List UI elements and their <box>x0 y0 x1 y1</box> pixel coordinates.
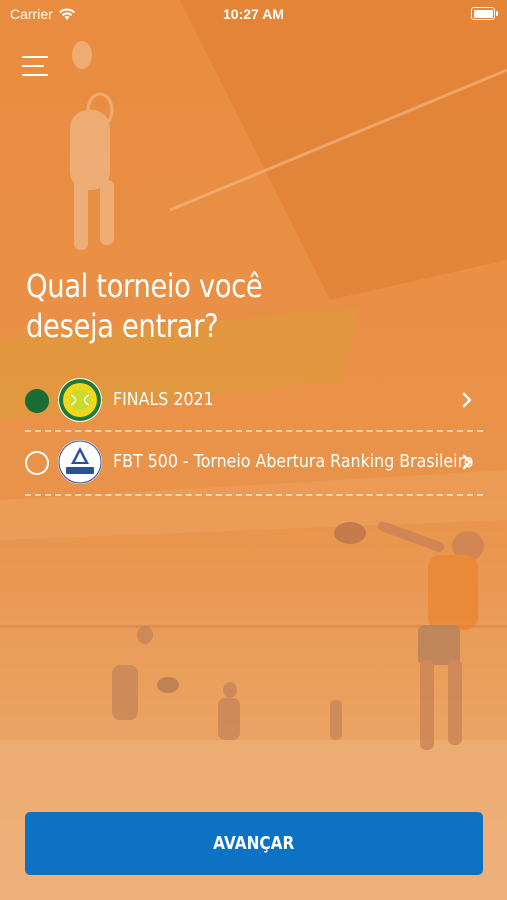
federacao-logo <box>58 440 102 484</box>
page-title: Qual torneio você deseja entrar? <box>26 266 301 346</box>
status-time: 10:27 AM <box>223 6 284 22</box>
tournament-item-fbt-500[interactable]: FBT 500 - Torneio Abertura Ranking Brasi… <box>25 432 483 496</box>
radio-selected-icon[interactable] <box>25 389 49 413</box>
advance-button[interactable]: AVANÇAR <box>25 812 483 875</box>
tournament-label: FBT 500 - Torneio Abertura Ranking Brasi… <box>113 451 474 472</box>
tournament-list: FINALS 2021 FBT 500 - Torneio Abertura R… <box>25 370 483 496</box>
page-title-line-1: Qual torneio você <box>26 267 263 305</box>
tennis-ball-club-logo <box>58 378 102 422</box>
advance-button-label: AVANÇAR <box>213 833 295 854</box>
chevron-right-icon <box>462 392 472 408</box>
battery-icon <box>471 7 498 20</box>
status-bar: Carrier 10:27 AM <box>0 0 507 30</box>
page-title-line-2: deseja entrar? <box>26 307 219 345</box>
radio-unselected-icon[interactable] <box>25 451 49 475</box>
hamburger-menu-icon[interactable] <box>22 54 48 78</box>
tournament-label: FINALS 2021 <box>113 389 214 410</box>
tournament-item-finals-2021[interactable]: FINALS 2021 <box>25 370 483 432</box>
chevron-right-icon <box>462 454 472 470</box>
